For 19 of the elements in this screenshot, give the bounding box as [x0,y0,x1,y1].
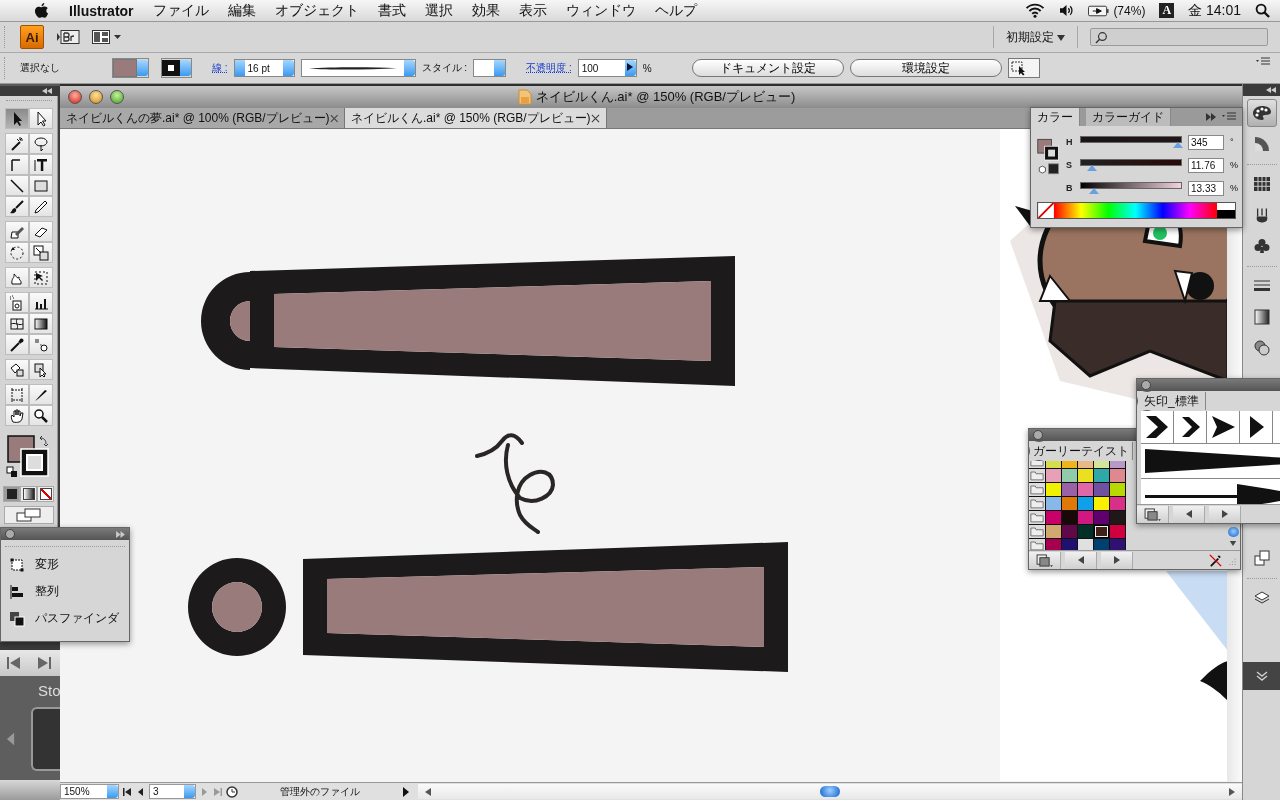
channel-label: H [1066,137,1074,147]
channel-unit: ° [1230,137,1234,147]
channel-unit: % [1230,160,1238,170]
channel-label: B [1066,183,1074,193]
app-logo-text: Ai [25,29,39,45]
opacity-unit: % [642,62,652,74]
document-tab-label: ネイビルくんの夢.ai* @ 100% (RGB/プレビュー) [66,109,330,127]
document-tab-label: ネイビルくん.ai* @ 150% (RGB/プレビュー) [351,109,591,127]
background-app-label: Sto [38,682,60,699]
battery-percentage: (74%) [1113,3,1146,18]
file-status-text: 管理外のファイル [279,784,361,799]
panel-shortcut-label: 変形 [35,556,59,573]
channel-unit: % [1230,183,1238,193]
channel-label: S [1066,160,1073,170]
window-title: ネイビルくん.ai* @ 150% (RGB/プレビュー) [535,88,796,106]
selection-status: 選択なし [20,61,61,75]
panel-shortcut-label: 整列 [35,583,59,600]
style-label: スタイル : [421,61,468,75]
panel-shortcut-label: パスファインダ [35,610,119,627]
